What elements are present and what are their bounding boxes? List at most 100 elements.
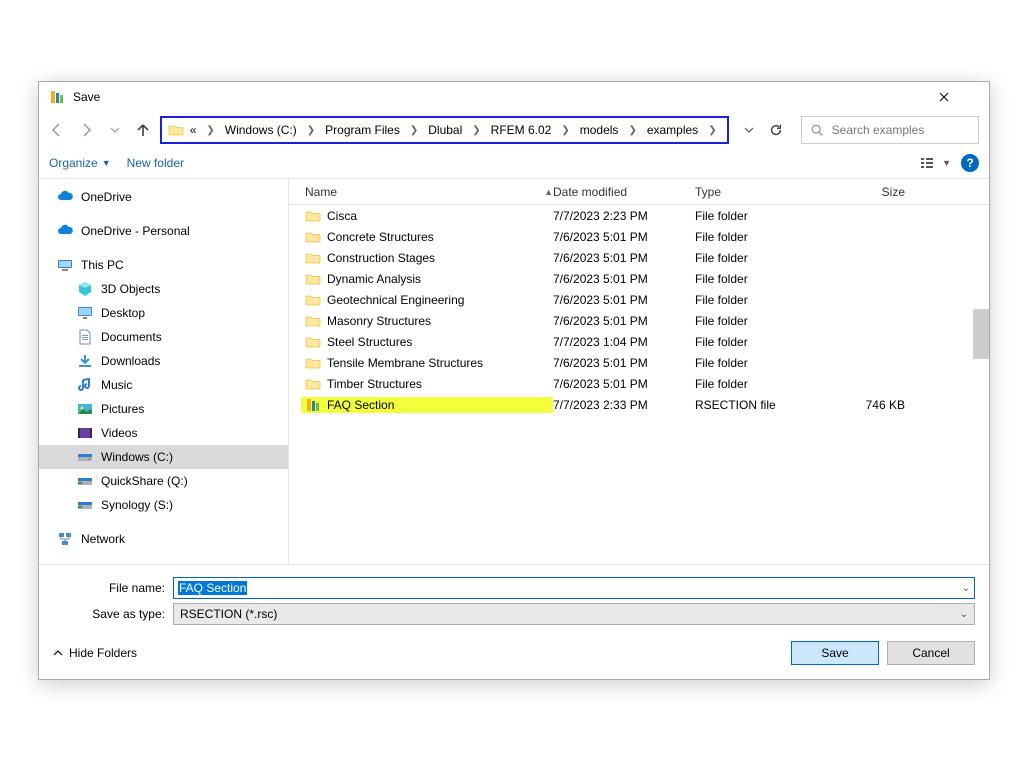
col-date[interactable]: Date modified bbox=[553, 185, 695, 199]
file-list: Name▲ Date modified Type Size Cisca7/7/2… bbox=[289, 179, 989, 564]
search-input[interactable]: Search examples bbox=[801, 116, 979, 144]
folder-row[interactable]: Concrete Structures7/6/2023 5:01 PMFile … bbox=[289, 226, 989, 247]
crumb-dlubal[interactable]: Dlubal bbox=[424, 121, 466, 139]
dialog-title: Save bbox=[73, 90, 100, 104]
item-name: Geotechnical Engineering bbox=[327, 293, 464, 307]
chevron-up-icon bbox=[53, 648, 63, 658]
crumb-models[interactable]: models bbox=[576, 121, 623, 139]
nav-network[interactable]: Network bbox=[39, 527, 288, 551]
nav-onedrive-personal[interactable]: OneDrive - Personal bbox=[39, 219, 288, 243]
chevron-icon[interactable]: ❯ bbox=[557, 123, 573, 138]
drive-icon bbox=[77, 497, 93, 513]
scrollbar-thumb[interactable] bbox=[973, 309, 989, 359]
item-date: 7/7/2023 2:33 PM bbox=[553, 398, 695, 412]
combo-dropdown-icon: ⌄ bbox=[960, 609, 968, 620]
nav-this-pc[interactable]: This PC bbox=[39, 253, 288, 277]
folder-icon bbox=[305, 208, 321, 224]
col-name[interactable]: Name▲ bbox=[301, 185, 553, 199]
app-icon bbox=[49, 89, 65, 105]
up-button[interactable] bbox=[131, 116, 156, 144]
item-type: File folder bbox=[695, 230, 815, 244]
file-row[interactable]: FAQ Section7/7/2023 2:33 PMRSECTION file… bbox=[289, 394, 989, 415]
save-button[interactable]: Save bbox=[791, 641, 879, 665]
folder-row[interactable]: Timber Structures7/6/2023 5:01 PMFile fo… bbox=[289, 373, 989, 394]
item-type: File folder bbox=[695, 356, 815, 370]
recent-dropdown[interactable] bbox=[102, 116, 127, 144]
videos-icon bbox=[77, 425, 93, 441]
address-bar[interactable]: « ❯ Windows (C:) ❯ Program Files ❯ Dluba… bbox=[160, 116, 729, 144]
close-button[interactable] bbox=[939, 92, 979, 102]
crumb-windows-c[interactable]: Windows (C:) bbox=[221, 121, 301, 139]
nav-videos[interactable]: Videos bbox=[39, 421, 288, 445]
item-name: Dynamic Analysis bbox=[327, 272, 421, 286]
forward-button[interactable] bbox=[74, 116, 99, 144]
item-date: 7/6/2023 5:01 PM bbox=[553, 251, 695, 265]
chevron-icon[interactable]: ❯ bbox=[624, 123, 640, 138]
nav-downloads[interactable]: Downloads bbox=[39, 349, 288, 373]
item-name: Cisca bbox=[327, 209, 357, 223]
crumb-rfem[interactable]: RFEM 6.02 bbox=[487, 121, 556, 139]
cloud-icon bbox=[57, 189, 73, 205]
back-button[interactable] bbox=[45, 116, 70, 144]
chevron-icon[interactable]: ❯ bbox=[406, 123, 422, 138]
crumb-program-files[interactable]: Program Files bbox=[321, 121, 404, 139]
item-name: Construction Stages bbox=[327, 251, 435, 265]
folder-row[interactable]: Construction Stages7/6/2023 5:01 PMFile … bbox=[289, 247, 989, 268]
nav-documents[interactable]: Documents bbox=[39, 325, 288, 349]
item-type: RSECTION file bbox=[695, 398, 815, 412]
folder-icon bbox=[305, 292, 321, 308]
item-type: File folder bbox=[695, 209, 815, 223]
rsection-file-icon bbox=[305, 397, 321, 413]
folder-row[interactable]: Steel Structures7/7/2023 1:04 PMFile fol… bbox=[289, 331, 989, 352]
chevron-icon[interactable]: ❯ bbox=[468, 123, 484, 138]
folder-row[interactable]: Tensile Membrane Structures7/6/2023 5:01… bbox=[289, 352, 989, 373]
nav-pictures[interactable]: Pictures bbox=[39, 397, 288, 421]
item-date: 7/7/2023 1:04 PM bbox=[553, 335, 695, 349]
item-date: 7/6/2023 5:01 PM bbox=[553, 293, 695, 307]
item-size: 746 KB bbox=[815, 398, 935, 412]
item-date: 7/6/2023 5:01 PM bbox=[553, 377, 695, 391]
new-folder-button[interactable]: New folder bbox=[127, 156, 184, 170]
search-icon bbox=[810, 123, 824, 137]
item-name: Concrete Structures bbox=[327, 230, 434, 244]
cloud-icon bbox=[57, 223, 73, 239]
nav-synology[interactable]: Synology (S:) bbox=[39, 493, 288, 517]
item-date: 7/6/2023 5:01 PM bbox=[553, 272, 695, 286]
crumb-overflow[interactable]: « bbox=[186, 121, 201, 139]
filename-label: File name: bbox=[53, 581, 165, 595]
folder-row[interactable]: Dynamic Analysis7/6/2023 5:01 PMFile fol… bbox=[289, 268, 989, 289]
body: OneDrive OneDrive - Personal This PC 3D … bbox=[39, 178, 989, 564]
folder-row[interactable]: Cisca7/7/2023 2:23 PMFile folder bbox=[289, 205, 989, 226]
view-options[interactable]: ▼ bbox=[920, 156, 951, 170]
crumb-examples[interactable]: examples bbox=[643, 121, 702, 139]
item-name: Steel Structures bbox=[327, 335, 412, 349]
folder-icon bbox=[168, 122, 184, 138]
nav-desktop[interactable]: Desktop bbox=[39, 301, 288, 325]
filename-input[interactable]: FAQ Section ⌄ bbox=[173, 577, 975, 599]
help-button[interactable]: ? bbox=[961, 154, 979, 172]
column-headers: Name▲ Date modified Type Size bbox=[289, 179, 989, 205]
folder-row[interactable]: Geotechnical Engineering 7/6/2023 5:01 PM… bbox=[289, 289, 989, 310]
col-type[interactable]: Type bbox=[695, 185, 815, 199]
drive-icon bbox=[77, 473, 93, 489]
nav-bar: « ❯ Windows (C:) ❯ Program Files ❯ Dluba… bbox=[39, 112, 989, 148]
col-size[interactable]: Size bbox=[815, 185, 935, 199]
address-dropdown[interactable] bbox=[739, 116, 760, 144]
chevron-icon[interactable]: ❯ bbox=[202, 123, 218, 138]
item-date: 7/6/2023 5:01 PM bbox=[553, 356, 695, 370]
saveas-type-combo[interactable]: RSECTION (*.rsc) ⌄ bbox=[173, 603, 975, 625]
nav-quickshare[interactable]: QuickShare (Q:) bbox=[39, 469, 288, 493]
cancel-button[interactable]: Cancel bbox=[887, 641, 975, 665]
chevron-icon[interactable]: ❯ bbox=[303, 123, 319, 138]
nav-windows-c[interactable]: Windows (C:) bbox=[39, 445, 288, 469]
folder-row[interactable]: Masonry Structures7/6/2023 5:01 PMFile f… bbox=[289, 310, 989, 331]
nav-3d-objects[interactable]: 3D Objects bbox=[39, 277, 288, 301]
nav-music[interactable]: Music bbox=[39, 373, 288, 397]
refresh-button[interactable] bbox=[764, 116, 789, 144]
organize-menu[interactable]: Organize▼ bbox=[49, 156, 111, 170]
bottom-panel: File name: FAQ Section ⌄ Save as type: R… bbox=[39, 564, 989, 679]
nav-onedrive[interactable]: OneDrive bbox=[39, 185, 288, 209]
hide-folders-toggle[interactable]: Hide Folders bbox=[53, 646, 137, 660]
chevron-icon[interactable]: ❯ bbox=[704, 123, 720, 138]
combo-dropdown-icon[interactable]: ⌄ bbox=[962, 583, 970, 594]
